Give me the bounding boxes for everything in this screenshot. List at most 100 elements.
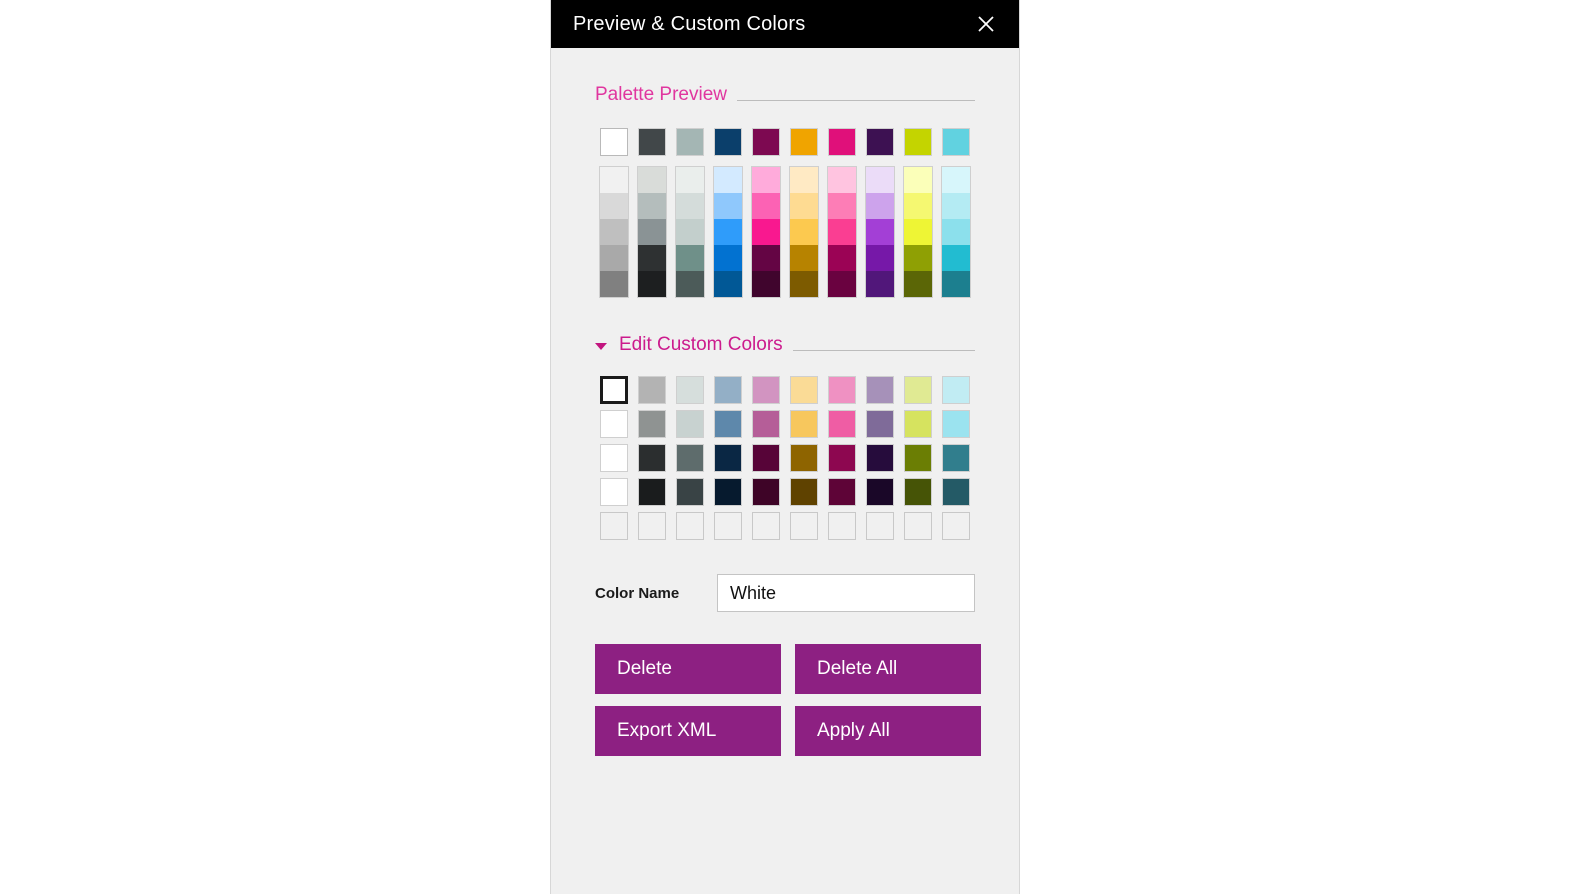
custom-color-swatch-3-9[interactable] (942, 478, 970, 506)
palette-gradient-swatch-7-0[interactable] (866, 167, 894, 193)
palette-gradient-swatch-5-1[interactable] (790, 193, 818, 219)
custom-color-swatch-2-0[interactable] (600, 444, 628, 472)
custom-color-swatch-4-4[interactable] (752, 512, 780, 540)
custom-color-swatch-1-3[interactable] (714, 410, 742, 438)
custom-color-swatch-4-1[interactable] (638, 512, 666, 540)
custom-color-swatch-0-3[interactable] (714, 376, 742, 404)
palette-gradient-swatch-8-2[interactable] (904, 219, 932, 245)
custom-color-swatch-1-0[interactable] (600, 410, 628, 438)
palette-gradient-swatch-7-3[interactable] (866, 245, 894, 271)
custom-color-swatch-4-7[interactable] (866, 512, 894, 540)
color-name-input[interactable] (717, 574, 975, 612)
delete-all-button[interactable]: Delete All (795, 644, 981, 694)
palette-gradient-swatch-6-0[interactable] (828, 167, 856, 193)
custom-color-swatch-0-4[interactable] (752, 376, 780, 404)
chevron-down-icon[interactable] (595, 343, 607, 350)
palette-gradient-swatch-3-1[interactable] (714, 193, 742, 219)
palette-gradient-swatch-1-1[interactable] (638, 193, 666, 219)
palette-base-swatch-5[interactable] (790, 128, 818, 156)
palette-gradient-swatch-8-3[interactable] (904, 245, 932, 271)
custom-color-swatch-1-6[interactable] (828, 410, 856, 438)
custom-color-swatch-2-3[interactable] (714, 444, 742, 472)
custom-color-swatch-2-9[interactable] (942, 444, 970, 472)
custom-color-swatch-3-1[interactable] (638, 478, 666, 506)
palette-gradient-swatch-7-1[interactable] (866, 193, 894, 219)
palette-gradient-swatch-1-3[interactable] (638, 245, 666, 271)
palette-gradient-swatch-4-3[interactable] (752, 245, 780, 271)
custom-color-swatch-3-2[interactable] (676, 478, 704, 506)
palette-gradient-swatch-5-4[interactable] (790, 271, 818, 297)
palette-gradient-swatch-4-2[interactable] (752, 219, 780, 245)
palette-gradient-swatch-0-3[interactable] (600, 245, 628, 271)
custom-color-swatch-3-0[interactable] (600, 478, 628, 506)
palette-gradient-swatch-0-4[interactable] (600, 271, 628, 297)
palette-gradient-swatch-7-4[interactable] (866, 271, 894, 297)
custom-color-swatch-4-3[interactable] (714, 512, 742, 540)
edit-custom-colors-header[interactable]: Edit Custom Colors (595, 334, 975, 356)
custom-color-swatch-3-5[interactable] (790, 478, 818, 506)
custom-color-swatch-4-0[interactable] (600, 512, 628, 540)
palette-base-swatch-0[interactable] (600, 128, 628, 156)
custom-color-swatch-0-1[interactable] (638, 376, 666, 404)
custom-color-swatch-2-2[interactable] (676, 444, 704, 472)
custom-color-swatch-4-8[interactable] (904, 512, 932, 540)
palette-gradient-swatch-2-3[interactable] (676, 245, 704, 271)
custom-color-swatch-3-4[interactable] (752, 478, 780, 506)
custom-color-swatch-2-5[interactable] (790, 444, 818, 472)
palette-gradient-swatch-9-0[interactable] (942, 167, 970, 193)
custom-color-swatch-1-4[interactable] (752, 410, 780, 438)
palette-gradient-swatch-1-4[interactable] (638, 271, 666, 297)
custom-color-swatch-0-0[interactable] (600, 376, 628, 404)
palette-base-swatch-2[interactable] (676, 128, 704, 156)
custom-color-swatch-3-7[interactable] (866, 478, 894, 506)
palette-gradient-swatch-7-2[interactable] (866, 219, 894, 245)
palette-gradient-swatch-9-3[interactable] (942, 245, 970, 271)
palette-gradient-swatch-4-1[interactable] (752, 193, 780, 219)
palette-gradient-swatch-0-0[interactable] (600, 167, 628, 193)
custom-color-swatch-2-6[interactable] (828, 444, 856, 472)
palette-base-swatch-7[interactable] (866, 128, 894, 156)
palette-gradient-swatch-4-0[interactable] (752, 167, 780, 193)
palette-gradient-swatch-8-1[interactable] (904, 193, 932, 219)
palette-base-swatch-4[interactable] (752, 128, 780, 156)
palette-gradient-swatch-2-1[interactable] (676, 193, 704, 219)
palette-gradient-swatch-9-1[interactable] (942, 193, 970, 219)
delete-button[interactable]: Delete (595, 644, 781, 694)
palette-gradient-swatch-6-2[interactable] (828, 219, 856, 245)
palette-gradient-swatch-0-2[interactable] (600, 219, 628, 245)
palette-gradient-swatch-6-1[interactable] (828, 193, 856, 219)
palette-base-swatch-9[interactable] (942, 128, 970, 156)
palette-gradient-swatch-6-3[interactable] (828, 245, 856, 271)
palette-gradient-swatch-6-4[interactable] (828, 271, 856, 297)
custom-color-swatch-0-2[interactable] (676, 376, 704, 404)
palette-base-swatch-6[interactable] (828, 128, 856, 156)
palette-gradient-swatch-2-0[interactable] (676, 167, 704, 193)
custom-color-swatch-2-7[interactable] (866, 444, 894, 472)
custom-color-swatch-3-8[interactable] (904, 478, 932, 506)
custom-color-swatch-2-4[interactable] (752, 444, 780, 472)
palette-gradient-swatch-3-2[interactable] (714, 219, 742, 245)
custom-color-swatch-0-5[interactable] (790, 376, 818, 404)
custom-color-swatch-0-9[interactable] (942, 376, 970, 404)
custom-color-swatch-3-3[interactable] (714, 478, 742, 506)
custom-color-swatch-0-6[interactable] (828, 376, 856, 404)
custom-color-swatch-1-2[interactable] (676, 410, 704, 438)
close-icon[interactable] (971, 9, 1001, 39)
apply-all-button[interactable]: Apply All (795, 706, 981, 756)
palette-gradient-swatch-0-1[interactable] (600, 193, 628, 219)
custom-color-swatch-3-6[interactable] (828, 478, 856, 506)
custom-color-swatch-2-8[interactable] (904, 444, 932, 472)
custom-color-swatch-4-9[interactable] (942, 512, 970, 540)
custom-color-swatch-2-1[interactable] (638, 444, 666, 472)
custom-color-swatch-4-5[interactable] (790, 512, 818, 540)
custom-color-swatch-1-5[interactable] (790, 410, 818, 438)
custom-color-swatch-1-9[interactable] (942, 410, 970, 438)
custom-color-swatch-1-8[interactable] (904, 410, 932, 438)
palette-gradient-swatch-5-0[interactable] (790, 167, 818, 193)
palette-gradient-swatch-8-0[interactable] (904, 167, 932, 193)
palette-gradient-swatch-8-4[interactable] (904, 271, 932, 297)
custom-color-swatch-4-6[interactable] (828, 512, 856, 540)
palette-base-swatch-8[interactable] (904, 128, 932, 156)
export-xml-button[interactable]: Export XML (595, 706, 781, 756)
palette-gradient-swatch-3-0[interactable] (714, 167, 742, 193)
